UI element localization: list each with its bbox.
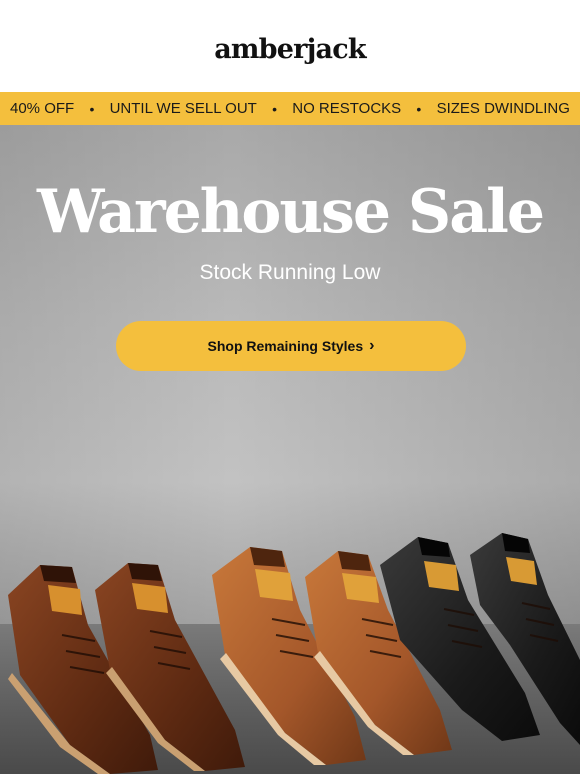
email-header: amberjack [0,0,580,92]
shoes-product-image[interactable] [0,405,580,774]
ticker-separator: • [272,100,277,117]
ticker-item-sizes-dwindling: SIZES DWINDLING [436,100,570,117]
hero-banner[interactable]: Warehouse Sale Stock Running Low Shop Re… [0,125,580,774]
ticker-item-no-restocks: NO RESTOCKS [292,100,402,117]
ticker-item-discount: 40% OFF [10,100,75,117]
ticker-separator: • [89,100,95,117]
chevron-right-icon: › [369,337,375,354]
hero-subtitle: Stock Running Low [199,261,381,284]
brand-logo[interactable]: amberjack [214,34,366,65]
cta-label: Shop Remaining Styles [207,338,364,354]
hero-title: Warehouse Sale [36,177,545,247]
shop-remaining-styles-button[interactable]: Shop Remaining Styles › [116,321,466,371]
ticker-item-until-sold-out: UNTIL WE SELL OUT [109,100,257,117]
promo-ticker: 40% OFF • UNTIL WE SELL OUT • NO RESTOCK… [0,92,580,125]
ticker-separator: • [416,100,422,117]
